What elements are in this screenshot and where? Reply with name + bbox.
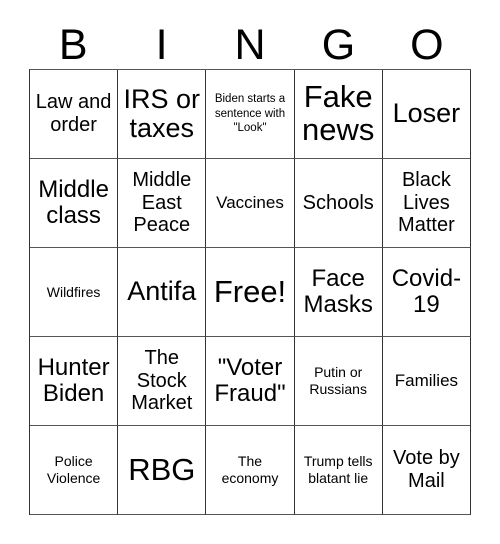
bingo-cell-label: Families (394, 371, 459, 391)
bingo-cell-label: Law and order (35, 91, 112, 136)
bingo-cell-label: Wildfires (46, 283, 101, 300)
bingo-cell-label: IRS or taxes (123, 83, 201, 143)
bingo-cell-o1[interactable]: Loser (382, 70, 471, 159)
bingo-cell-label: Putin or Russians (309, 364, 367, 397)
bingo-cell-b2[interactable]: Middle class (30, 159, 119, 248)
bingo-cell-label: Middle class (38, 175, 109, 229)
bingo-cell-b3[interactable]: Wildfires (30, 248, 119, 337)
bingo-cell-label: Fake news (302, 79, 375, 147)
bingo-cell-i3[interactable]: Antifa (118, 248, 207, 337)
bingo-cell-i1[interactable]: IRS or taxes (118, 70, 207, 159)
bingo-cell-label: Covid-19 (391, 264, 462, 318)
bingo-cell-b4[interactable]: Hunter Biden (30, 337, 119, 426)
bingo-cell-i4[interactable]: The Stock Market (118, 337, 207, 426)
bingo-cell-label: Vaccines (216, 193, 284, 213)
bingo-cell-label: Hunter Biden (37, 353, 110, 407)
bingo-cell-label: Vote by Mail (393, 447, 460, 492)
bingo-cell-label: Antifa (127, 276, 197, 307)
bingo-cell-i2[interactable]: Middle East Peace (118, 159, 207, 248)
header-letter-i: I (155, 21, 168, 69)
bingo-cell-label: Police Violence (46, 453, 101, 486)
bingo-cell-g5[interactable]: Trump tells blatant lie (294, 426, 383, 515)
bingo-cell-label: The Stock Market (131, 346, 193, 415)
bingo-cell-n3-free-space[interactable]: Free! (206, 248, 295, 337)
bingo-cell-b1[interactable]: Law and order (30, 70, 119, 159)
bingo-cell-label: Biden starts a sentence with "Look" (214, 92, 286, 135)
bingo-cell-label: Loser (392, 98, 461, 129)
bingo-header-row: B I N G O (29, 12, 471, 69)
bingo-cell-label: "Voter Fraud" (214, 353, 286, 407)
bingo-cell-n1[interactable]: Biden starts a sentence with "Look" (206, 70, 295, 159)
bingo-card: B I N G O Law and order IRS or taxes Bid… (0, 0, 500, 544)
bingo-cell-label: Free! (213, 273, 287, 309)
bingo-cell-g1[interactable]: Fake news (294, 70, 383, 159)
bingo-cell-label: Face Masks (303, 264, 373, 318)
bingo-cell-o5[interactable]: Vote by Mail (382, 426, 471, 515)
bingo-cell-o2[interactable]: Black Lives Matter (382, 159, 471, 248)
bingo-cell-g3[interactable]: Face Masks (294, 248, 383, 337)
header-letter-g: G (321, 21, 356, 69)
header-letter-b: B (58, 21, 88, 69)
bingo-cell-g2[interactable]: Schools (294, 159, 383, 248)
bingo-cell-n2[interactable]: Vaccines (206, 159, 295, 248)
bingo-cell-label: Trump tells blatant lie (303, 453, 373, 486)
bingo-cell-label: Black Lives Matter (398, 168, 455, 237)
header-letter-o: O (410, 21, 444, 69)
bingo-cell-n4[interactable]: "Voter Fraud" (206, 337, 295, 426)
bingo-grid: Law and order IRS or taxes Biden starts … (29, 69, 471, 515)
header-letter-n: N (234, 21, 266, 69)
bingo-cell-b5[interactable]: Police Violence (30, 426, 119, 515)
bingo-cell-label: RBG (128, 451, 196, 487)
bingo-cell-n5[interactable]: The economy (206, 426, 295, 515)
bingo-cell-i5[interactable]: RBG (118, 426, 207, 515)
bingo-cell-g4[interactable]: Putin or Russians (294, 337, 383, 426)
bingo-cell-o4[interactable]: Families (382, 337, 471, 426)
bingo-cell-label: The economy (221, 453, 279, 486)
bingo-cell-o3[interactable]: Covid-19 (382, 248, 471, 337)
bingo-cell-label: Middle East Peace (132, 168, 192, 237)
bingo-cell-label: Schools (302, 191, 374, 214)
